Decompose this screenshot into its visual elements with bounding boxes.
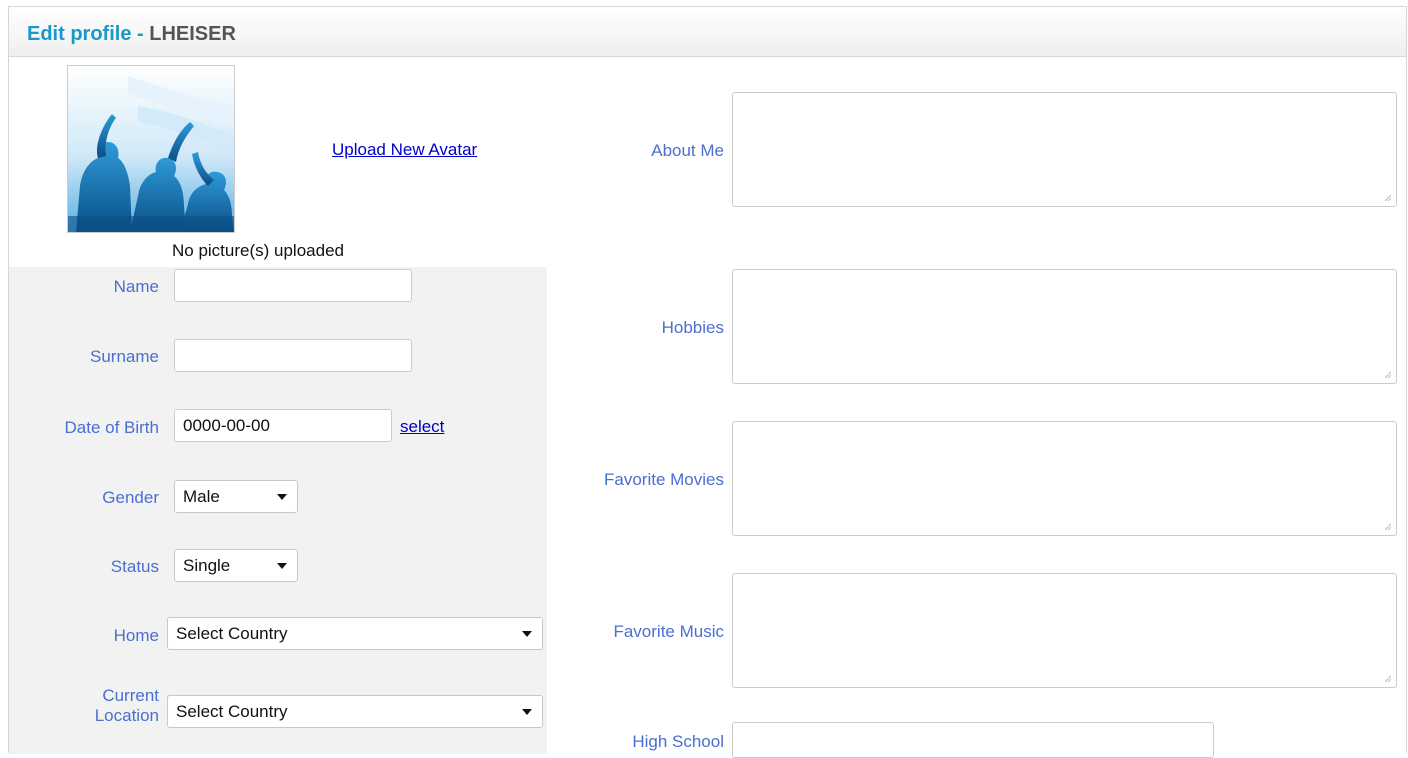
home-selected-value: Select Country xyxy=(176,624,288,643)
status-selected-value: Single xyxy=(183,556,231,575)
edit-profile-panel: Edit profile - LHEISER Upload New Avatar… xyxy=(8,6,1407,758)
title-username: LHEISER xyxy=(149,23,236,45)
current-location-select[interactable]: Select Country xyxy=(167,695,543,728)
name-label: Name xyxy=(113,277,159,296)
no-pictures-text: No picture(s) uploaded xyxy=(172,241,344,260)
resize-grip-icon[interactable] xyxy=(1384,675,1392,683)
current-location-selected-value: Select Country xyxy=(176,702,288,721)
favorite-movies-textarea[interactable] xyxy=(732,421,1397,536)
hobbies-label: Hobbies xyxy=(661,318,724,337)
dob-select-link[interactable]: select xyxy=(400,417,444,437)
current-location-label-line1: Current xyxy=(102,686,159,705)
avatar-image xyxy=(67,65,235,233)
surname-label: Surname xyxy=(90,347,159,366)
current-location-label: Current Location xyxy=(19,686,159,726)
hobbies-textarea[interactable] xyxy=(732,269,1397,384)
favorite-music-label: Favorite Music xyxy=(613,622,724,641)
title-separator: - xyxy=(131,23,150,45)
dob-input[interactable] xyxy=(174,409,392,442)
page-title: Edit profile - LHEISER xyxy=(27,22,236,46)
about-me-textarea[interactable] xyxy=(732,92,1397,207)
favorite-movies-label: Favorite Movies xyxy=(604,470,724,489)
high-school-label: High School xyxy=(632,732,724,751)
resize-grip-icon[interactable] xyxy=(1384,523,1392,531)
home-label: Home xyxy=(113,626,159,645)
favorite-music-textarea[interactable] xyxy=(732,573,1397,688)
gender-selected-value: Male xyxy=(183,487,220,506)
about-me-label: About Me xyxy=(651,141,724,160)
gender-select[interactable]: Male xyxy=(174,480,298,513)
chevron-down-icon xyxy=(522,709,532,715)
home-country-select[interactable]: Select Country xyxy=(167,617,543,650)
dob-label: Date of Birth xyxy=(64,418,160,437)
upload-avatar-link[interactable]: Upload New Avatar xyxy=(332,140,477,160)
avatar-silhouettes-icon xyxy=(68,66,234,232)
chevron-down-icon xyxy=(277,494,287,500)
chevron-down-icon xyxy=(277,563,287,569)
status-select[interactable]: Single xyxy=(174,549,298,582)
status-label: Status xyxy=(110,557,159,576)
gender-label: Gender xyxy=(102,488,159,507)
title-prefix: Edit profile xyxy=(27,23,132,45)
resize-grip-icon[interactable] xyxy=(1384,194,1392,202)
surname-input[interactable] xyxy=(174,339,412,372)
resize-grip-icon[interactable] xyxy=(1384,371,1392,379)
name-input[interactable] xyxy=(174,269,412,302)
current-location-label-line2: Location xyxy=(94,706,159,725)
title-bar: Edit profile - LHEISER xyxy=(9,7,1406,57)
